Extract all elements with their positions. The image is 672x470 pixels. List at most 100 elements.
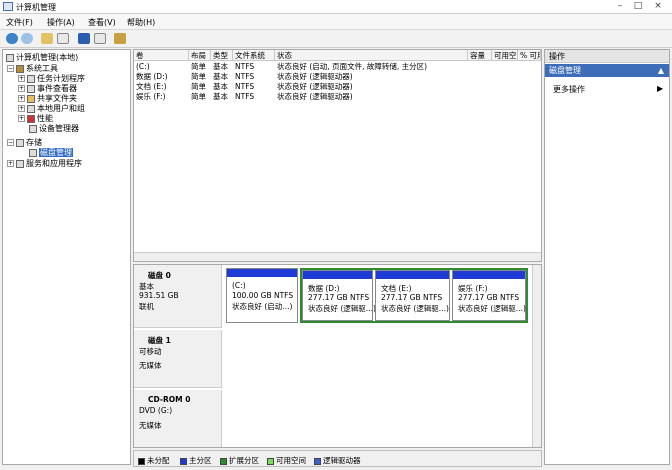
users-icon — [27, 104, 35, 113]
actions-disk-management[interactable]: 磁盘管理 ▲ — [545, 64, 669, 77]
partition-size: 277.17 GB NTFS — [458, 293, 520, 302]
disk-name: 磁盘 0 — [148, 271, 171, 280]
column-capacity[interactable]: 容量 — [468, 50, 492, 61]
column-volume[interactable]: 卷 — [134, 50, 189, 61]
menu-file[interactable]: 文件(F) — [6, 17, 33, 28]
expand-icon[interactable]: + — [18, 75, 25, 82]
close-button[interactable]: × — [650, 1, 666, 12]
disk-state: 无媒体 — [139, 361, 162, 370]
disk-name: 磁盘 1 — [148, 336, 171, 345]
partition-e[interactable]: 文档 (E:) 277.17 GB NTFS 状态良好 (逻辑驱...) — [375, 270, 450, 321]
settings-icon[interactable] — [114, 33, 126, 44]
collapse-icon[interactable]: − — [7, 65, 14, 72]
partition-size: 277.17 GB NTFS — [308, 293, 370, 302]
partition-status: 状态良好 (启动...) — [232, 302, 293, 311]
cell-layout: 简单 — [191, 92, 206, 101]
menu-view[interactable]: 查看(V) — [88, 17, 116, 28]
cell-volume: 娱乐 (F:) — [136, 92, 166, 101]
tree-device-manager[interactable]: 设备管理器 — [29, 124, 79, 134]
partition-label: (C:) — [232, 281, 246, 290]
partition-size: 100.00 GB NTFS — [232, 291, 294, 300]
collapse-up-icon[interactable]: ▲ — [658, 64, 664, 77]
column-filesystem[interactable]: 文件系统 — [233, 50, 275, 61]
partition-f[interactable]: 娱乐 (F:) 277.17 GB NTFS 状态良好 (逻辑驱...) — [452, 270, 526, 321]
volume-list: 卷 布局 类型 文件系统 状态 容量 可用空间 % 可用 (C:) 简单 基本 … — [133, 49, 542, 262]
event-viewer-icon — [27, 84, 35, 93]
cell-filesystem: NTFS — [235, 92, 255, 101]
disk-1: 磁盘 1 可移动 无媒体 — [134, 330, 532, 388]
tree-services-apps[interactable]: + 服务和应用程序 — [7, 159, 82, 169]
forward-icon[interactable] — [21, 33, 33, 44]
column-type[interactable]: 类型 — [211, 50, 233, 61]
volume-row[interactable]: 文档 (E:) 简单 基本 NTFS 状态良好 (逻辑驱动器) — [134, 82, 541, 92]
partition-c[interactable]: (C:) 100.00 GB NTFS 状态良好 (启动...) — [226, 268, 298, 323]
cell-status: 状态良好 (启动, 页面文件, 故障转储, 主分区) — [277, 62, 428, 71]
navigation-tree: 计算机管理(本地) − 系统工具 + 任务计划程序 + 事件查看器 + 共享文件夹 + 本… — [2, 49, 131, 465]
menu-help[interactable]: 帮助(H) — [127, 17, 155, 28]
tree-disk-management[interactable]: 磁盘管理 — [29, 148, 73, 158]
legend-extended: 扩展分区 — [220, 455, 259, 466]
cell-layout: 简单 — [191, 62, 206, 71]
legend: 未分配 主分区 扩展分区 可用空间 逻辑驱动器 — [133, 450, 542, 467]
cell-volume: (C:) — [136, 62, 150, 71]
column-status[interactable]: 状态 — [275, 50, 468, 61]
title-bar: 计算机管理 – □ × — [0, 0, 672, 14]
cell-status: 状态良好 (逻辑驱动器) — [277, 92, 353, 101]
tree-event-viewer[interactable]: + 事件查看器 — [18, 84, 77, 94]
logical-drive-bar — [303, 271, 372, 279]
more-actions[interactable]: 更多操作 ▶ — [553, 84, 663, 95]
legend-swatch — [220, 457, 227, 465]
storage-icon — [16, 138, 24, 147]
tree-system-tools[interactable]: − 系统工具 — [7, 64, 58, 74]
disk-state: 无媒体 — [139, 421, 162, 430]
up-folder-icon[interactable] — [41, 33, 53, 44]
tree-storage[interactable]: − 存储 — [7, 138, 42, 148]
cell-status: 状态良好 (逻辑驱动器) — [277, 72, 353, 81]
disk-map-vertical-scrollbar[interactable] — [532, 265, 541, 447]
volume-row[interactable]: 娱乐 (F:) 简单 基本 NTFS 状态良好 (逻辑驱动器) — [134, 92, 541, 102]
partition-status: 状态良好 (逻辑驱...) — [458, 304, 526, 313]
cell-status: 状态良好 (逻辑驱动器) — [277, 82, 353, 91]
legend-free-space: 可用空间 — [267, 455, 306, 466]
tree-task-scheduler[interactable]: + 任务计划程序 — [18, 74, 85, 84]
expand-icon[interactable]: + — [7, 160, 14, 167]
tree-root[interactable]: 计算机管理(本地) — [6, 53, 78, 63]
window-title: 计算机管理 — [16, 3, 56, 12]
show-hide-tree-icon[interactable] — [57, 33, 69, 44]
cdrom-0-info[interactable]: CD-ROM 0 DVD (G:) 无媒体 — [134, 390, 222, 447]
expand-icon[interactable]: + — [18, 95, 25, 102]
expand-icon[interactable]: + — [18, 115, 25, 122]
disk-0-info[interactable]: 磁盘 0 基本 931.51 GB 联机 — [134, 265, 222, 328]
legend-swatch — [314, 457, 321, 465]
cell-layout: 简单 — [191, 82, 206, 91]
properties-icon[interactable] — [94, 33, 106, 44]
disk-1-info[interactable]: 磁盘 1 可移动 无媒体 — [134, 330, 222, 388]
cell-filesystem: NTFS — [235, 82, 255, 91]
expand-icon[interactable]: + — [18, 85, 25, 92]
tree-local-users[interactable]: + 本地用户和组 — [18, 104, 85, 114]
toolbar — [0, 30, 672, 48]
volume-row[interactable]: 数据 (D:) 简单 基本 NTFS 状态良好 (逻辑驱动器) — [134, 72, 541, 82]
partition-d[interactable]: 数据 (D:) 277.17 GB NTFS 状态良好 (逻辑驱...) — [302, 270, 376, 321]
minimize-button[interactable]: – — [612, 1, 628, 12]
column-free-space[interactable]: 可用空间 — [492, 50, 518, 61]
expand-icon[interactable]: + — [18, 105, 25, 112]
help-icon[interactable] — [78, 33, 90, 44]
column-percent-free[interactable]: % 可用 — [518, 50, 541, 61]
tree-shared-folders[interactable]: + 共享文件夹 — [18, 94, 77, 104]
disk-name: CD-ROM 0 — [148, 395, 191, 404]
collapse-icon[interactable]: − — [7, 139, 14, 146]
legend-swatch — [267, 457, 274, 465]
volume-row[interactable]: (C:) 简单 基本 NTFS 状态良好 (启动, 页面文件, 故障转储, 主分… — [134, 62, 541, 72]
cell-type: 基本 — [213, 62, 228, 71]
actions-header: 操作 — [545, 50, 669, 63]
volume-list-horizontal-scrollbar[interactable] — [134, 252, 541, 261]
primary-partition-bar — [227, 269, 297, 277]
legend-logical-drive: 逻辑驱动器 — [314, 455, 361, 466]
column-layout[interactable]: 布局 — [189, 50, 211, 61]
menu-action[interactable]: 操作(A) — [47, 17, 75, 28]
tree-performance[interactable]: + 性能 — [18, 114, 53, 124]
back-icon[interactable] — [6, 33, 18, 44]
maximize-button[interactable]: □ — [630, 1, 646, 12]
cell-type: 基本 — [213, 82, 228, 91]
